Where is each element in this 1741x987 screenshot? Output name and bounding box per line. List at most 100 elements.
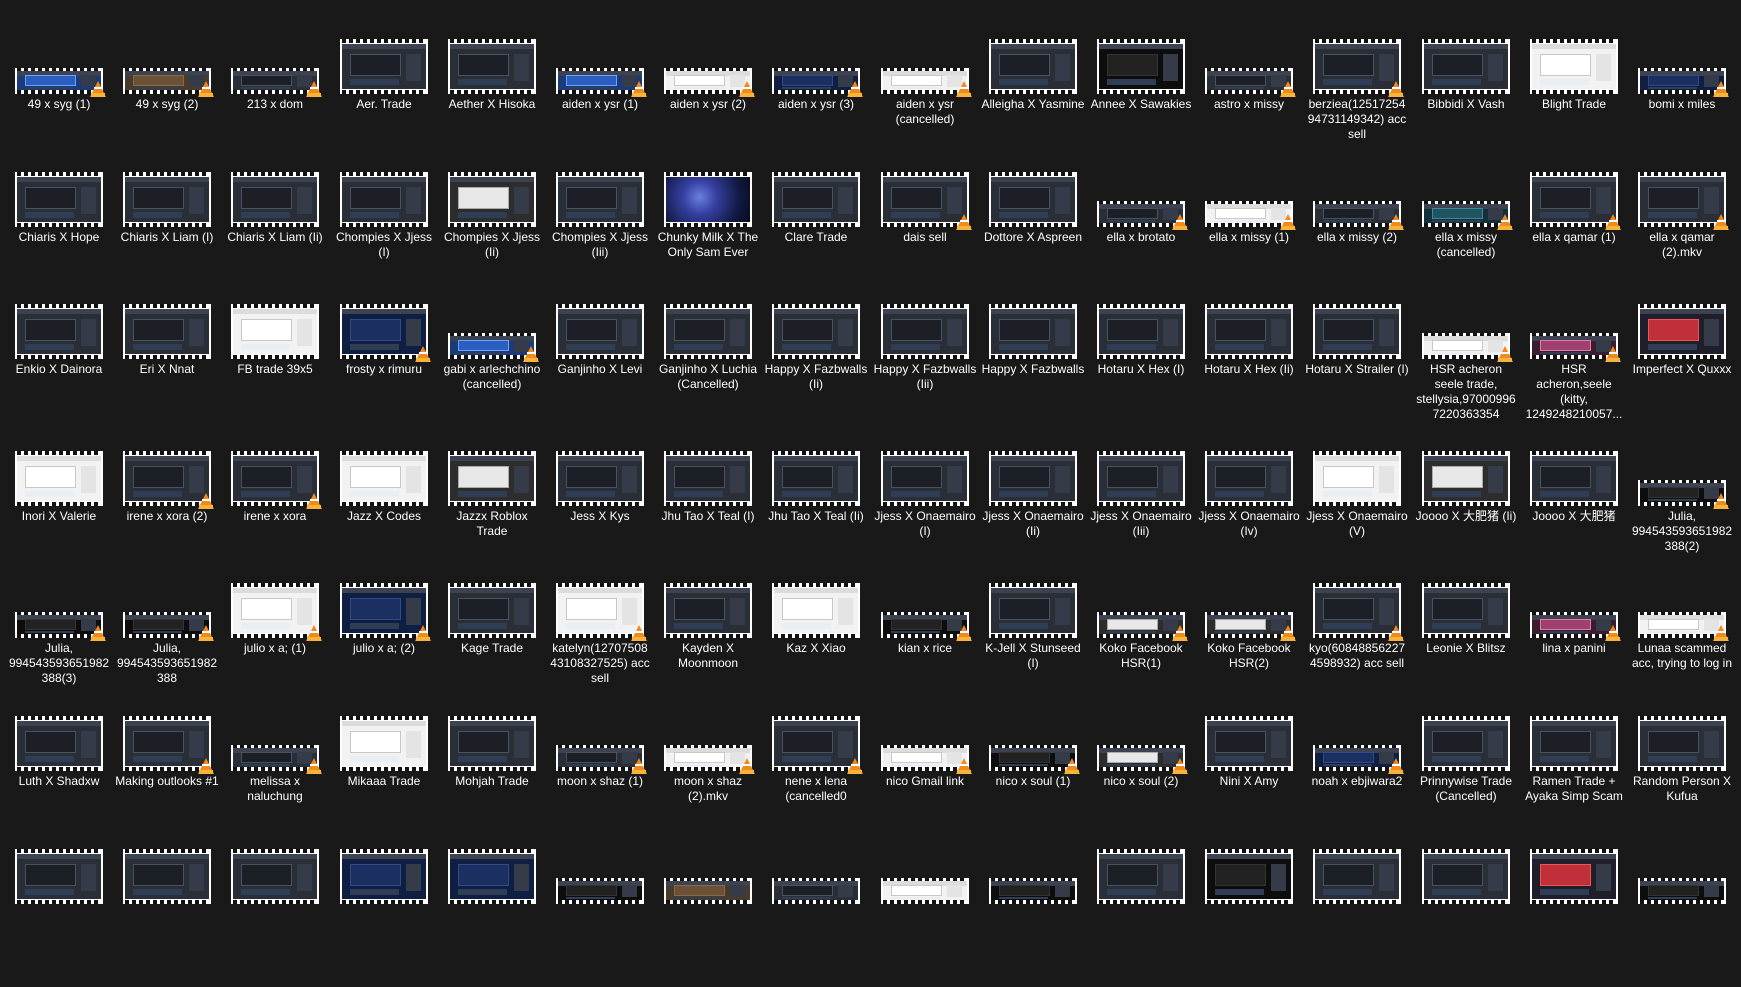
file-item[interactable]: Prinnywise Trade (Cancelled) xyxy=(1414,677,1518,804)
file-item[interactable]: Happy X Fazbwalls xyxy=(981,265,1085,377)
file-item[interactable]: Chunky Milk X The Only Sam Ever xyxy=(656,133,760,260)
file-item[interactable]: Julia, 994543593651982 388 xyxy=(115,544,219,686)
file-item[interactable]: ella x missy (1) xyxy=(1197,133,1301,245)
file-item[interactable]: Imperfect X Quxxx xyxy=(1630,265,1734,377)
file-item[interactable]: Ramen Trade + Ayaka Simp Scam xyxy=(1522,677,1626,804)
file-item[interactable]: Alleigha X Yasmine xyxy=(981,0,1085,112)
file-item[interactable]: dais sell xyxy=(873,133,977,245)
file-item[interactable]: Blight Trade xyxy=(1522,0,1626,112)
file-item[interactable]: Making outlooks #1 xyxy=(115,677,219,789)
file-item[interactable]: ella x missy (cancelled) xyxy=(1414,133,1518,260)
file-item[interactable]: Random Person X Kufua xyxy=(1630,677,1734,804)
file-item[interactable]: nico x soul (1) xyxy=(981,677,1085,789)
file-item[interactable]: Jhu Tao X Teal (Ii) xyxy=(764,412,868,524)
file-item[interactable]: astro x missy xyxy=(1197,0,1301,112)
file-item[interactable] xyxy=(873,810,977,907)
file-item[interactable]: K-Jell X Stunseed (I) xyxy=(981,544,1085,671)
file-item[interactable] xyxy=(115,810,219,907)
file-item[interactable]: Ganjinho X Levi xyxy=(548,265,652,377)
file-item[interactable]: nico Gmail link xyxy=(873,677,977,789)
file-item[interactable] xyxy=(1089,810,1193,907)
file-item[interactable]: Annee X Sawakies xyxy=(1089,0,1193,112)
file-item[interactable]: ella x qamar (1) xyxy=(1522,133,1626,245)
file-item[interactable]: 213 x dom xyxy=(223,0,327,112)
file-item[interactable]: Julia, 994543593651982 388(3) xyxy=(7,544,111,686)
file-item[interactable]: Aer. Trade xyxy=(332,0,436,112)
file-item[interactable]: nene x lena (cancelled0 xyxy=(764,677,868,804)
file-item[interactable]: lina x panini xyxy=(1522,544,1626,656)
file-item[interactable]: kyo(60848856227 4598932) acc sell xyxy=(1305,544,1409,671)
file-item[interactable]: Hotaru X Hex (I) xyxy=(1089,265,1193,377)
file-item[interactable] xyxy=(656,810,760,907)
file-item[interactable]: HSR acheron seele trade, stellysia,97000… xyxy=(1414,265,1518,422)
file-item[interactable]: Chiaris X Liam (Ii) xyxy=(223,133,327,245)
file-item[interactable]: katelyn(12707508 43108327525) acc sell xyxy=(548,544,652,686)
file-item[interactable] xyxy=(223,810,327,907)
file-item[interactable]: irene x xora xyxy=(223,412,327,524)
file-item[interactable] xyxy=(440,810,544,907)
file-item[interactable]: moon x shaz (2).mkv xyxy=(656,677,760,804)
file-item[interactable]: Eri X Nnat xyxy=(115,265,219,377)
file-item[interactable]: bomi x miles xyxy=(1630,0,1734,112)
file-item[interactable]: Hotaru X Strailer (I) xyxy=(1305,265,1409,377)
file-item[interactable] xyxy=(764,810,868,907)
file-item[interactable]: noah x ebjiwara2 xyxy=(1305,677,1409,789)
file-item[interactable] xyxy=(548,810,652,907)
file-item[interactable]: aiden x ysr (3) xyxy=(764,0,868,112)
file-item[interactable]: berziea(12517254 94731149342) acc sell xyxy=(1305,0,1409,142)
file-item[interactable]: Chompies X Jjess (Iii) xyxy=(548,133,652,260)
file-item[interactable]: FB trade 39x5 xyxy=(223,265,327,377)
file-item[interactable]: Dottore X Aspreen xyxy=(981,133,1085,245)
file-item[interactable]: julio x a; (1) xyxy=(223,544,327,656)
file-item[interactable]: Ganjinho X Luchia (Cancelled) xyxy=(656,265,760,392)
file-item[interactable]: ella x qamar (2).mkv xyxy=(1630,133,1734,260)
file-item[interactable]: Happy X Fazbwalls (Ii) xyxy=(764,265,868,392)
file-item[interactable]: Chompies X Jjess (Ii) xyxy=(440,133,544,260)
file-item[interactable]: Nini X Amy xyxy=(1197,677,1301,789)
file-item[interactable]: 49 x syg (1) xyxy=(7,0,111,112)
file-item[interactable]: Bibbidi X Vash xyxy=(1414,0,1518,112)
file-item[interactable]: Jjess X Onaemairo (Ii) xyxy=(981,412,1085,539)
file-item[interactable]: Jjess X Onaemairo (Iv) xyxy=(1197,412,1301,539)
file-item[interactable]: Kayden X Moonmoon xyxy=(656,544,760,671)
file-item[interactable]: nico x soul (2) xyxy=(1089,677,1193,789)
file-item[interactable]: aiden x ysr (1) xyxy=(548,0,652,112)
file-item[interactable]: Koko Facebook HSR(1) xyxy=(1089,544,1193,671)
file-item[interactable] xyxy=(1630,810,1734,907)
file-item[interactable]: gabi x arlechchino (cancelled) xyxy=(440,265,544,392)
file-item[interactable] xyxy=(1414,810,1518,907)
file-item[interactable]: Jjess X Onaemairo (Iii) xyxy=(1089,412,1193,539)
file-item[interactable]: Mohjah Trade xyxy=(440,677,544,789)
file-item[interactable]: Inori X Valerie xyxy=(7,412,111,524)
file-item[interactable] xyxy=(1305,810,1409,907)
file-item[interactable]: Chompies X Jjess (I) xyxy=(332,133,436,260)
file-item[interactable]: Jjess X Onaemairo (V) xyxy=(1305,412,1409,539)
file-item[interactable]: HSR acheron,seele (kitty, 1249248210057.… xyxy=(1522,265,1626,422)
file-item[interactable]: moon x shaz (1) xyxy=(548,677,652,789)
file-item[interactable]: Koko Facebook HSR(2) xyxy=(1197,544,1301,671)
file-item[interactable]: Jess X Kys xyxy=(548,412,652,524)
file-item[interactable]: frosty x rimuru xyxy=(332,265,436,377)
file-item[interactable]: Clare Trade xyxy=(764,133,868,245)
file-item[interactable]: Jhu Tao X Teal (I) xyxy=(656,412,760,524)
file-item[interactable] xyxy=(1197,810,1301,907)
file-item[interactable]: Joooo X 大肥猪 (Ii) xyxy=(1414,412,1518,524)
file-item[interactable]: aiden x ysr (cancelled) xyxy=(873,0,977,127)
file-item[interactable]: Kaz X Xiao xyxy=(764,544,868,656)
file-item[interactable]: Hotaru X Hex (Ii) xyxy=(1197,265,1301,377)
file-item[interactable]: ella x brotato xyxy=(1089,133,1193,245)
file-item[interactable]: Chiaris X Liam (I) xyxy=(115,133,219,245)
file-item[interactable] xyxy=(332,810,436,907)
file-item[interactable]: Chiaris X Hope xyxy=(7,133,111,245)
file-item[interactable]: Luth X Shadxw xyxy=(7,677,111,789)
file-item[interactable]: melissa x naluchung xyxy=(223,677,327,804)
file-item[interactable]: Jazzx Roblox Trade xyxy=(440,412,544,539)
file-item[interactable]: Kage Trade xyxy=(440,544,544,656)
file-item[interactable]: ella x missy (2) xyxy=(1305,133,1409,245)
file-item[interactable] xyxy=(1522,810,1626,907)
file-item[interactable]: Leonie X Blitsz xyxy=(1414,544,1518,656)
file-item[interactable]: Lunaa scammed acc, trying to log in xyxy=(1630,544,1734,671)
file-item[interactable]: julio x a; (2) xyxy=(332,544,436,656)
file-item[interactable]: irene x xora (2) xyxy=(115,412,219,524)
file-item[interactable]: Joooo X 大肥猪 xyxy=(1522,412,1626,524)
